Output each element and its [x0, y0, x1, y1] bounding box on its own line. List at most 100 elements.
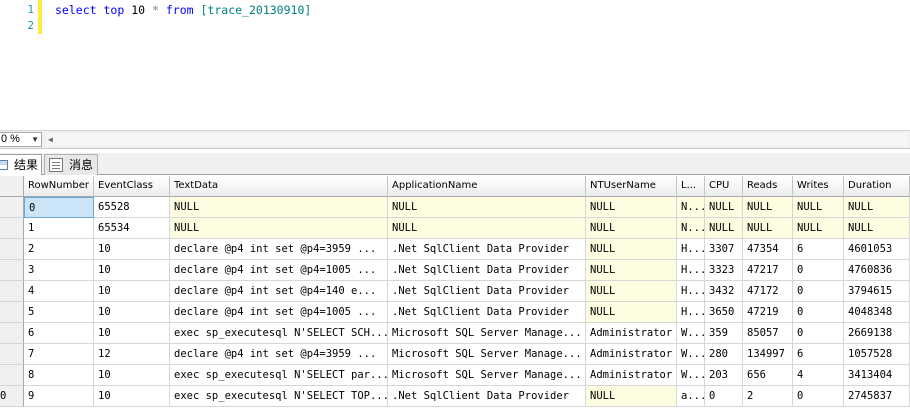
grid-cell[interactable]: 6	[793, 239, 844, 260]
grid-cell[interactable]: .Net SqlClient Data Provider	[388, 281, 586, 302]
table-row[interactable]: 0 65528 NULL NULL NULL N... NULL NULL NULL NULL	[0, 197, 910, 218]
grid-cell[interactable]: NULL	[705, 197, 743, 218]
grid-cell[interactable]: NULL	[170, 218, 388, 239]
grid-cell[interactable]: 10	[94, 260, 170, 281]
column-header[interactable]: Reads	[743, 176, 793, 197]
grid-cell[interactable]: 3432	[705, 281, 743, 302]
column-header[interactable]: CPU	[705, 176, 743, 197]
editor-horizontal-scrollbar[interactable]: ◀	[46, 133, 908, 146]
column-header[interactable]: EventClass	[94, 176, 170, 197]
grid-cell[interactable]: 4	[793, 365, 844, 386]
table-row[interactable]: 5 10 declare @p4 int set @p4=1005 ... .Net …	[0, 302, 910, 323]
grid-cell[interactable]: declare @p4 int set @p4=3959 ...	[170, 344, 388, 365]
grid-cell[interactable]: N...	[677, 218, 705, 239]
grid-cell[interactable]: 0	[793, 302, 844, 323]
grid-cell[interactable]: 359	[705, 323, 743, 344]
grid-cell[interactable]: 10	[94, 302, 170, 323]
grid-cell[interactable]: 47354	[743, 239, 793, 260]
grid-cell[interactable]: Microsoft SQL Server Manage...	[388, 365, 586, 386]
grid-cell[interactable]: exec sp_executesql N'SELECT par...	[170, 365, 388, 386]
row-header[interactable]	[0, 197, 24, 218]
column-header[interactable]: RowNumber	[24, 176, 94, 197]
grid-cell[interactable]: .Net SqlClient Data Provider	[388, 239, 586, 260]
query-editor[interactable]: 1 2 select top 10 * from [trace_20130910…	[0, 0, 910, 130]
grid-cell[interactable]: 3323	[705, 260, 743, 281]
zoom-select[interactable]: 0 % ▼	[0, 132, 42, 147]
grid-cell[interactable]: N...	[677, 197, 705, 218]
grid-cell[interactable]: 4760836	[844, 260, 910, 281]
grid-cell[interactable]: NULL	[586, 281, 677, 302]
row-header[interactable]	[0, 281, 24, 302]
grid-cell[interactable]: 10	[94, 386, 170, 407]
grid-cell[interactable]: declare @p4 int set @p4=1005 ...	[170, 260, 388, 281]
scroll-left-icon[interactable]: ◀	[48, 133, 53, 146]
grid-cell[interactable]: declare @p4 int set @p4=1005 ...	[170, 302, 388, 323]
table-row[interactable]: 1 65534 NULL NULL NULL N... NULL NULL NULL NULL	[0, 218, 910, 239]
grid-cell[interactable]: 0	[705, 386, 743, 407]
grid-cell[interactable]: 4	[24, 281, 94, 302]
grid-cell[interactable]: NULL	[705, 218, 743, 239]
grid-cell[interactable]: 47219	[743, 302, 793, 323]
table-row[interactable]: 8 10 exec sp_executesql N'SELECT par... Mic…	[0, 365, 910, 386]
grid-cell[interactable]: NULL	[586, 218, 677, 239]
grid-cell[interactable]: 5	[24, 302, 94, 323]
grid-cell[interactable]: 134997	[743, 344, 793, 365]
column-header[interactable]: NTUserName	[586, 176, 677, 197]
grid-cell[interactable]: 47172	[743, 281, 793, 302]
grid-cell[interactable]: 4048348	[844, 302, 910, 323]
column-header[interactable]: Duration	[844, 176, 910, 197]
column-header[interactable]: L...	[677, 176, 705, 197]
grid-cell[interactable]: 2745837	[844, 386, 910, 407]
grid-cell[interactable]: 10	[94, 323, 170, 344]
grid-cell[interactable]: 7	[24, 344, 94, 365]
chevron-down-icon[interactable]: ▼	[31, 133, 39, 146]
grid-cell[interactable]: 9	[24, 386, 94, 407]
row-header[interactable]	[0, 344, 24, 365]
grid-cell[interactable]: 280	[705, 344, 743, 365]
column-header[interactable]: ApplicationName	[388, 176, 586, 197]
grid-cell[interactable]: H...	[677, 281, 705, 302]
grid-cell[interactable]: NULL	[743, 197, 793, 218]
grid-cell[interactable]: 0	[793, 281, 844, 302]
grid-cell[interactable]: 3	[24, 260, 94, 281]
grid-cell[interactable]: NULL	[586, 197, 677, 218]
grid-cell[interactable]: 47217	[743, 260, 793, 281]
grid-cell[interactable]: NULL	[586, 239, 677, 260]
grid-cell[interactable]: H...	[677, 302, 705, 323]
grid-cell[interactable]: 0	[793, 260, 844, 281]
grid-cell[interactable]: NULL	[586, 302, 677, 323]
table-row[interactable]: 7 12 declare @p4 int set @p4=3959 ... Micro…	[0, 344, 910, 365]
grid-cell[interactable]: Administrator	[586, 323, 677, 344]
grid-cell[interactable]: 2	[743, 386, 793, 407]
grid-cell[interactable]: .Net SqlClient Data Provider	[388, 386, 586, 407]
tab-results[interactable]: 结果	[0, 154, 42, 175]
row-header[interactable]	[0, 218, 24, 239]
grid-cell[interactable]: H...	[677, 239, 705, 260]
grid-cell[interactable]: 0	[24, 197, 94, 218]
table-row[interactable]: 2 10 declare @p4 int set @p4=3959 ... .Net …	[0, 239, 910, 260]
grid-cell[interactable]: a...	[677, 386, 705, 407]
grid-cell[interactable]: Administrator	[586, 365, 677, 386]
table-row[interactable]: 0 9 10 exec sp_executesql N'SELECT TOP... .N…	[0, 386, 910, 407]
grid-cell[interactable]: 2669138	[844, 323, 910, 344]
row-header[interactable]	[0, 239, 24, 260]
grid-cell[interactable]: declare @p4 int set @p4=3959 ...	[170, 239, 388, 260]
row-header[interactable]	[0, 302, 24, 323]
grid-cell[interactable]: .Net SqlClient Data Provider	[388, 260, 586, 281]
grid-cell[interactable]: 6	[24, 323, 94, 344]
grid-cell[interactable]: Microsoft SQL Server Manage...	[388, 344, 586, 365]
row-header[interactable]: 0	[0, 386, 24, 407]
grid-cell[interactable]: NULL	[388, 218, 586, 239]
grid-cell[interactable]: NULL	[586, 260, 677, 281]
grid-cell[interactable]: Administrator	[586, 344, 677, 365]
grid-cell[interactable]: 6	[793, 344, 844, 365]
grid-cell[interactable]: H...	[677, 260, 705, 281]
column-header[interactable]: Writes	[793, 176, 844, 197]
grid-cell[interactable]: 85057	[743, 323, 793, 344]
grid-cell[interactable]: 3650	[705, 302, 743, 323]
table-row[interactable]: 6 10 exec sp_executesql N'SELECT SCH... Mic…	[0, 323, 910, 344]
grid-cell[interactable]: 8	[24, 365, 94, 386]
grid-cell[interactable]: 10	[94, 281, 170, 302]
grid-cell[interactable]: NULL	[793, 218, 844, 239]
grid-cell[interactable]: NULL	[793, 197, 844, 218]
